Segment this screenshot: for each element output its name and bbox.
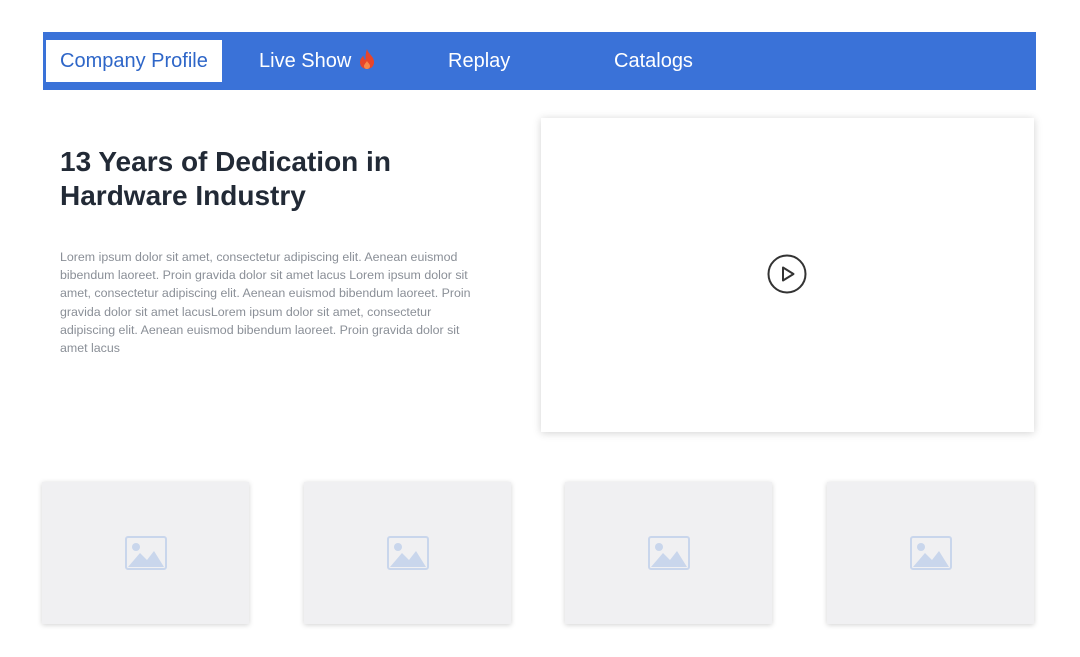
play-icon <box>767 254 807 298</box>
tab-label: Replay <box>448 50 511 72</box>
play-button[interactable] <box>767 254 807 294</box>
tab-live-show[interactable]: Live Show <box>259 40 377 82</box>
company-description: Lorem ipsum dolor sit amet, consectetur … <box>60 250 471 356</box>
top-navigation-bar: Company Profile Live Show Replay Catalog… <box>43 32 1036 90</box>
fire-icon <box>357 43 377 85</box>
gallery-thumbnail[interactable] <box>42 482 249 624</box>
tab-label: Live Show <box>259 50 352 72</box>
gallery-thumbnail[interactable] <box>827 482 1034 624</box>
image-placeholder-icon <box>648 536 690 570</box>
image-placeholder-icon <box>910 536 952 570</box>
tab-company-profile[interactable]: Company Profile <box>46 40 222 82</box>
image-placeholder-icon <box>125 536 167 570</box>
tab-replay[interactable]: Replay <box>448 40 510 82</box>
video-player[interactable] <box>541 118 1034 432</box>
tab-label: Company Profile <box>60 50 208 72</box>
gallery-thumbnail[interactable] <box>565 482 772 624</box>
gallery-thumbnail[interactable] <box>304 482 511 624</box>
image-placeholder-icon <box>387 536 429 570</box>
tab-catalogs[interactable]: Catalogs <box>614 40 693 82</box>
tab-label: Catalogs <box>614 50 693 72</box>
page-headline: 13 Years of Dedication in Hardware Indus… <box>60 146 391 211</box>
